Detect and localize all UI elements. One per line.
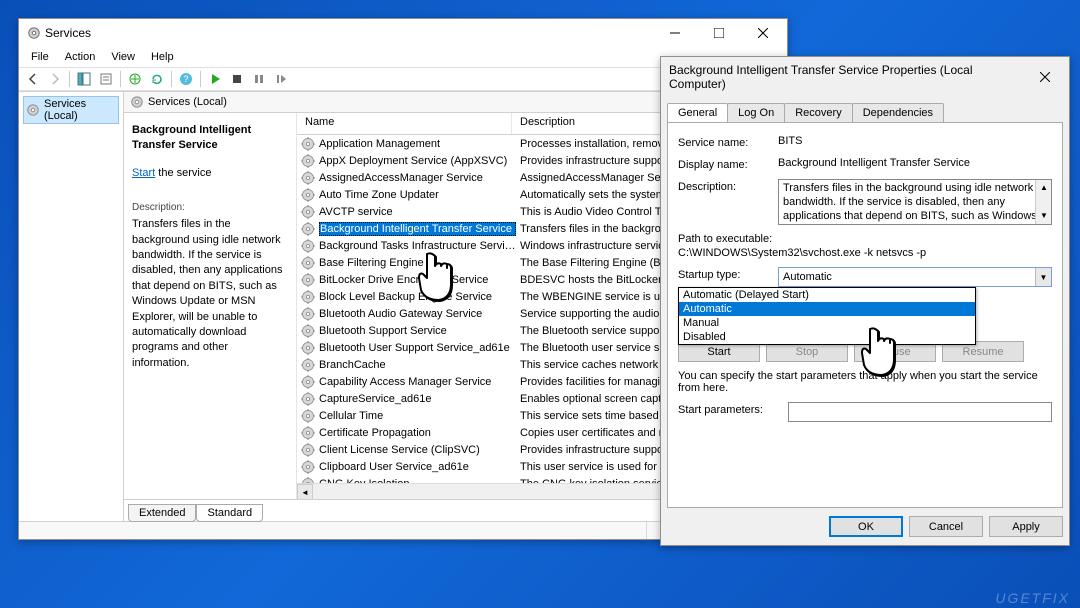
service-name: Client License Service (ClipSVC) <box>319 444 516 456</box>
prop-tabs: General Log On Recovery Dependencies <box>661 99 1069 122</box>
col-name[interactable]: Name <box>297 113 512 134</box>
startup-type-label: Startup type: <box>678 267 766 281</box>
services-app-icon <box>27 26 41 40</box>
stop-service-button[interactable] <box>227 69 247 89</box>
service-name: Bluetooth Support Service <box>319 325 516 337</box>
desc-scrollbar[interactable]: ▲▼ <box>1035 180 1051 224</box>
scroll-left-button[interactable]: ◄ <box>297 484 313 500</box>
service-name: CNG Key Isolation <box>319 478 516 484</box>
close-button[interactable] <box>1023 63 1067 91</box>
services-title: Services <box>45 26 653 40</box>
prop-title: Background Intelligent Transfer Service … <box>669 63 1023 91</box>
tab-recovery[interactable]: Recovery <box>784 103 852 122</box>
apply-button[interactable]: Apply <box>989 516 1063 537</box>
service-name: Background Intelligent Transfer Service <box>319 222 516 236</box>
service-name-label: Service name: <box>678 135 766 149</box>
service-name: Background Tasks Infrastructure Service <box>319 240 516 252</box>
service-name: Bluetooth Audio Gateway Service <box>319 308 516 320</box>
tab-dependencies[interactable]: Dependencies <box>852 103 944 122</box>
menu-view[interactable]: View <box>105 50 141 64</box>
prop-titlebar: Background Intelligent Transfer Service … <box>661 57 1069 97</box>
service-name: Capability Access Manager Service <box>319 376 516 388</box>
tab-general[interactable]: General <box>667 103 728 122</box>
start-params-input[interactable] <box>788 402 1052 422</box>
hint-text: You can specify the start parameters tha… <box>678 370 1052 394</box>
help-button[interactable]: ? <box>176 69 196 89</box>
pause-service-button[interactable] <box>249 69 269 89</box>
restart-service-button[interactable] <box>271 69 291 89</box>
start-link[interactable]: Start <box>132 167 155 179</box>
startup-option[interactable]: Automatic <box>679 302 975 316</box>
tab-extended[interactable]: Extended <box>128 504 196 522</box>
service-name: AssignedAccessManager Service <box>319 172 516 184</box>
menu-help[interactable]: Help <box>145 50 180 64</box>
start-service-button[interactable] <box>205 69 225 89</box>
tab-logon[interactable]: Log On <box>727 103 785 122</box>
tree-node-services-local[interactable]: Services (Local) <box>23 96 119 124</box>
service-name: Auto Time Zone Updater <box>319 189 516 201</box>
service-name: Bluetooth User Support Service_ad61e <box>319 342 516 354</box>
refresh-button[interactable] <box>147 69 167 89</box>
path-value: C:\WINDOWS\System32\svchost.exe -k netsv… <box>678 247 1052 259</box>
start-params-label: Start parameters: <box>678 402 776 416</box>
service-name: Block Level Backup Engine Service <box>319 291 516 303</box>
forward-button[interactable] <box>45 69 65 89</box>
path-label: Path to executable: <box>678 233 1052 245</box>
svg-text:?: ? <box>183 74 188 84</box>
cancel-button[interactable]: Cancel <box>909 516 983 537</box>
service-name: Certificate Propagation <box>319 427 516 439</box>
service-name: AVCTP service <box>319 206 516 218</box>
selected-service-name: Background Intelligent Transfer Service <box>132 123 288 154</box>
service-name: CaptureService_ad61e <box>319 393 516 405</box>
startup-option[interactable]: Manual <box>679 316 975 330</box>
gear-icon <box>26 103 40 117</box>
menu-file[interactable]: File <box>25 50 55 64</box>
properties-button[interactable] <box>96 69 116 89</box>
scroll-down-icon[interactable]: ▼ <box>1036 208 1052 224</box>
gear-icon <box>130 95 144 109</box>
service-name: AppX Deployment Service (AppXSVC) <box>319 155 516 167</box>
service-name: Clipboard User Service_ad61e <box>319 461 516 473</box>
startup-type-combo[interactable]: Automatic ▼ <box>778 267 1052 287</box>
back-button[interactable] <box>23 69 43 89</box>
service-name: BranchCache <box>319 359 516 371</box>
service-name-value: BITS <box>778 135 1052 147</box>
info-panel: Background Intelligent Transfer Service … <box>124 113 296 499</box>
service-name: BitLocker Drive Encryption Service <box>319 274 516 286</box>
desc-heading: Description: <box>132 201 288 215</box>
service-name: Cellular Time <box>319 410 516 422</box>
ok-button[interactable]: OK <box>829 516 903 537</box>
services-titlebar: Services <box>19 19 787 47</box>
watermark: UGETFIX <box>995 590 1070 606</box>
maximize-button[interactable] <box>697 19 741 47</box>
export-button[interactable] <box>125 69 145 89</box>
description-box[interactable]: Transfers files in the background using … <box>778 179 1052 225</box>
display-name-label: Display name: <box>678 157 766 171</box>
tab-standard[interactable]: Standard <box>196 504 263 522</box>
minimize-button[interactable] <box>653 19 697 47</box>
display-name-value: Background Intelligent Transfer Service <box>778 157 1052 169</box>
startup-type-dropdown[interactable]: Automatic (Delayed Start)AutomaticManual… <box>678 287 976 345</box>
service-name: Application Management <box>319 138 516 150</box>
chevron-down-icon[interactable]: ▼ <box>1035 268 1051 286</box>
tree-pane: Services (Local) <box>19 92 124 521</box>
startup-option[interactable]: Disabled <box>679 330 975 344</box>
desc-body: Transfers files in the background using … <box>132 217 288 371</box>
service-name: Base Filtering Engine <box>319 257 516 269</box>
properties-dialog: Background Intelligent Transfer Service … <box>660 56 1070 546</box>
show-hide-tree-button[interactable] <box>74 69 94 89</box>
description-label: Description: <box>678 179 766 193</box>
close-button[interactable] <box>741 19 785 47</box>
scroll-up-icon[interactable]: ▲ <box>1036 180 1052 196</box>
menu-action[interactable]: Action <box>59 50 102 64</box>
startup-option[interactable]: Automatic (Delayed Start) <box>679 288 975 302</box>
